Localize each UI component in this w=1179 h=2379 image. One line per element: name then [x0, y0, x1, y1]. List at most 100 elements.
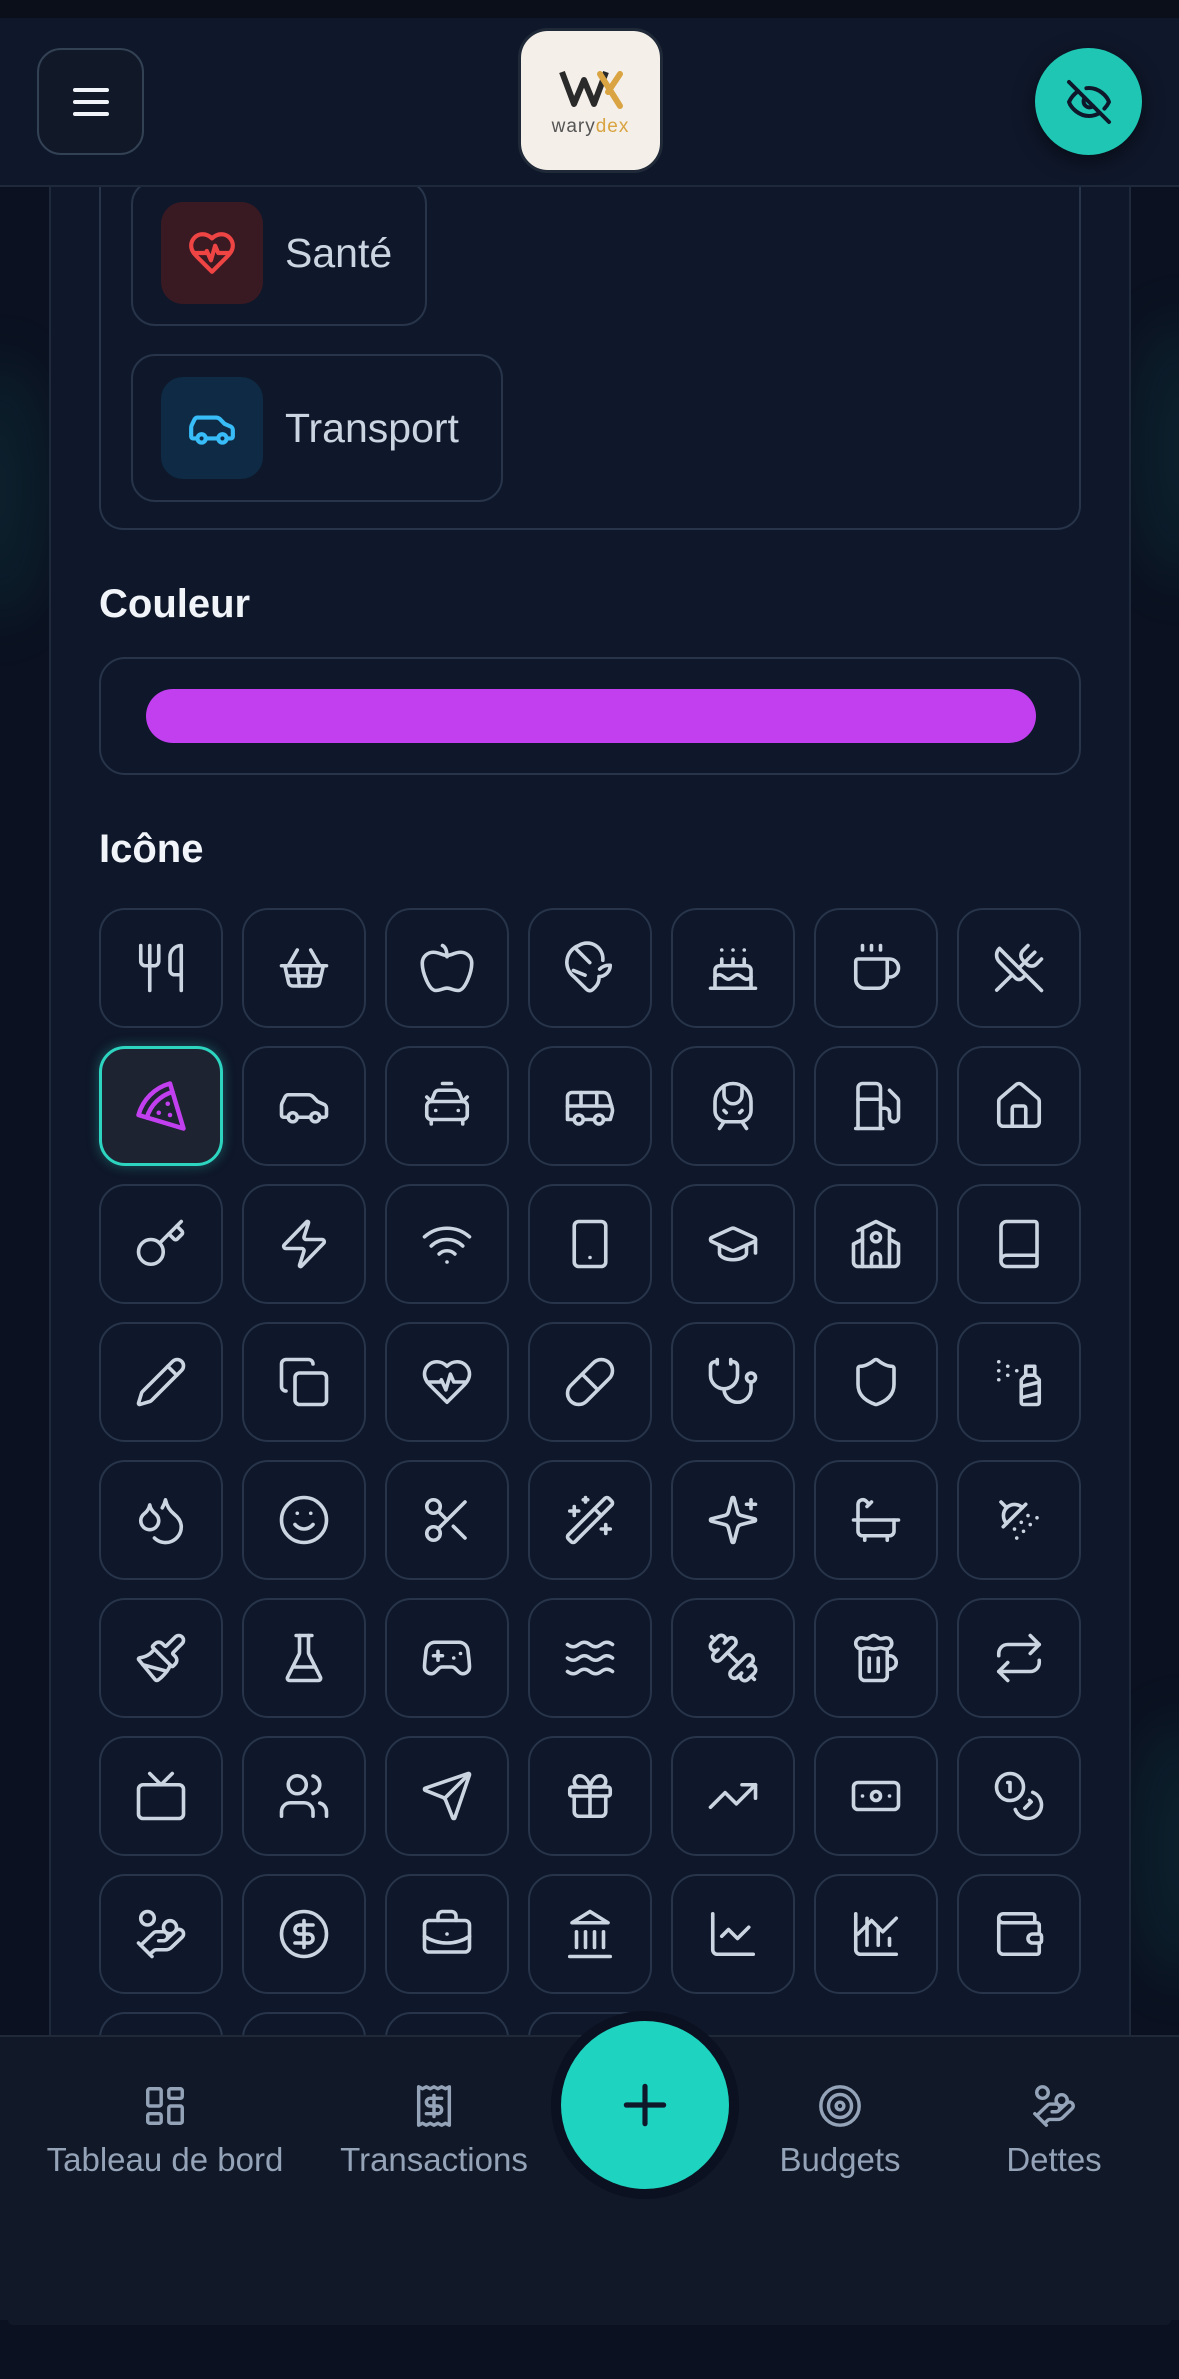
- menu-button[interactable]: [37, 48, 144, 155]
- icon-option[interactable]: [814, 1736, 938, 1856]
- icon-option[interactable]: [671, 1736, 795, 1856]
- pill-icon: [565, 1357, 615, 1407]
- hand-coins-icon: [1033, 2085, 1075, 2127]
- icon-option[interactable]: [957, 1874, 1081, 1994]
- icon-option[interactable]: [957, 1184, 1081, 1304]
- icon-option[interactable]: [99, 1322, 223, 1442]
- flask-icon: [285, 1633, 323, 1683]
- icon-option[interactable]: [385, 1598, 509, 1718]
- icon-option[interactable]: [671, 1184, 795, 1304]
- pizza-icon: [136, 1081, 186, 1131]
- zap-icon: [281, 1219, 327, 1269]
- icon-option[interactable]: [528, 908, 652, 1028]
- icon-option[interactable]: [814, 1184, 938, 1304]
- icon-option[interactable]: [671, 1460, 795, 1580]
- icon-option[interactable]: [242, 1322, 366, 1442]
- icon-option[interactable]: [99, 908, 223, 1028]
- icon-option[interactable]: [242, 908, 366, 1028]
- icon-option-selected[interactable]: [99, 1046, 223, 1166]
- icon-option[interactable]: [385, 1184, 509, 1304]
- category-icon-bg: [161, 202, 263, 304]
- nav-label: Budgets: [779, 2141, 901, 2178]
- smile-icon: [279, 1495, 329, 1545]
- icon-option[interactable]: [814, 1598, 938, 1718]
- category-chip-transport[interactable]: Transport: [131, 354, 503, 502]
- icon-option[interactable]: [528, 1184, 652, 1304]
- icon-option[interactable]: [385, 1736, 509, 1856]
- icon-option[interactable]: [385, 908, 509, 1028]
- stethoscope-icon: [708, 1357, 758, 1405]
- icon-option[interactable]: [528, 1322, 652, 1442]
- icon-option[interactable]: [99, 1736, 223, 1856]
- icon-option[interactable]: [242, 1046, 366, 1166]
- sparkles-icon: [708, 1495, 758, 1545]
- icon-option[interactable]: [99, 1184, 223, 1304]
- coins-icon: [994, 1771, 1044, 1821]
- book-icon: [999, 1219, 1039, 1269]
- color-picker[interactable]: [99, 657, 1081, 775]
- banknote-icon: [851, 1780, 901, 1812]
- icon-option[interactable]: [814, 1322, 938, 1442]
- icon-option[interactable]: [528, 1598, 652, 1718]
- icon-option[interactable]: [242, 1874, 366, 1994]
- croissant-icon: [565, 941, 613, 993]
- app-logo[interactable]: warydex: [518, 28, 663, 173]
- icon-option[interactable]: [528, 1736, 652, 1856]
- nav-transactions[interactable]: Transactions: [329, 2083, 539, 2179]
- icon-option[interactable]: [957, 1046, 1081, 1166]
- icon-option[interactable]: [957, 1460, 1081, 1580]
- icon-option[interactable]: [242, 1598, 366, 1718]
- target-icon: [819, 2085, 861, 2127]
- icon-option[interactable]: [814, 908, 938, 1028]
- icon-option[interactable]: [671, 1874, 795, 1994]
- icon-option[interactable]: [528, 1460, 652, 1580]
- icon-option[interactable]: [242, 1736, 366, 1856]
- icon-option[interactable]: [957, 1322, 1081, 1442]
- train-icon: [713, 1081, 753, 1131]
- toggle-visibility-button[interactable]: [1035, 48, 1142, 155]
- repeat-icon: [996, 1633, 1042, 1683]
- icon-option[interactable]: [385, 1322, 509, 1442]
- icon-option[interactable]: [99, 1874, 223, 1994]
- icon-option[interactable]: [385, 1460, 509, 1580]
- icon-option[interactable]: [671, 1046, 795, 1166]
- nav-label: Dettes: [1006, 2141, 1102, 2178]
- gamepad-icon: [422, 1640, 472, 1676]
- icon-option[interactable]: [242, 1184, 366, 1304]
- magic-wand-icon: [565, 1495, 615, 1545]
- icon-option[interactable]: [528, 1874, 652, 1994]
- icon-option[interactable]: [957, 908, 1081, 1028]
- nav-dashboard[interactable]: Tableau de bord: [36, 2083, 294, 2179]
- icon-option[interactable]: [671, 1322, 795, 1442]
- category-chip-sante[interactable]: Santé: [131, 180, 427, 326]
- nav-debts[interactable]: Dettes: [998, 2083, 1110, 2179]
- icon-option[interactable]: [528, 1046, 652, 1166]
- selected-color-swatch[interactable]: [146, 689, 1036, 743]
- send-icon: [422, 1771, 472, 1821]
- icon-option[interactable]: [957, 1598, 1081, 1718]
- icon-option[interactable]: [385, 1046, 509, 1166]
- nav-budgets[interactable]: Budgets: [772, 2083, 908, 2179]
- plus-icon: [623, 2083, 667, 2127]
- icon-option[interactable]: [814, 1460, 938, 1580]
- icon-option[interactable]: [99, 1598, 223, 1718]
- category-label: Santé: [285, 229, 393, 276]
- fuel-icon: [853, 1081, 901, 1131]
- icon-option[interactable]: [814, 1874, 938, 1994]
- icon-option[interactable]: [671, 908, 795, 1028]
- icon-option[interactable]: [385, 1874, 509, 1994]
- app-root: warydex Santé Transport Couleur Icône Ta…: [0, 0, 1179, 2379]
- shield-icon: [856, 1357, 896, 1407]
- icon-option[interactable]: [99, 1460, 223, 1580]
- bath-icon: [851, 1497, 901, 1543]
- utensils-icon: [138, 943, 184, 993]
- add-transaction-button[interactable]: [561, 2021, 729, 2189]
- icon-option[interactable]: [957, 1736, 1081, 1856]
- key-icon: [136, 1219, 185, 1267]
- icon-option[interactable]: [671, 1598, 795, 1718]
- tablet-icon: [572, 1219, 608, 1269]
- shower-icon: [999, 1500, 1039, 1540]
- icon-option[interactable]: [814, 1046, 938, 1166]
- color-section-label: Couleur: [99, 582, 251, 626]
- icon-option[interactable]: [242, 1460, 366, 1580]
